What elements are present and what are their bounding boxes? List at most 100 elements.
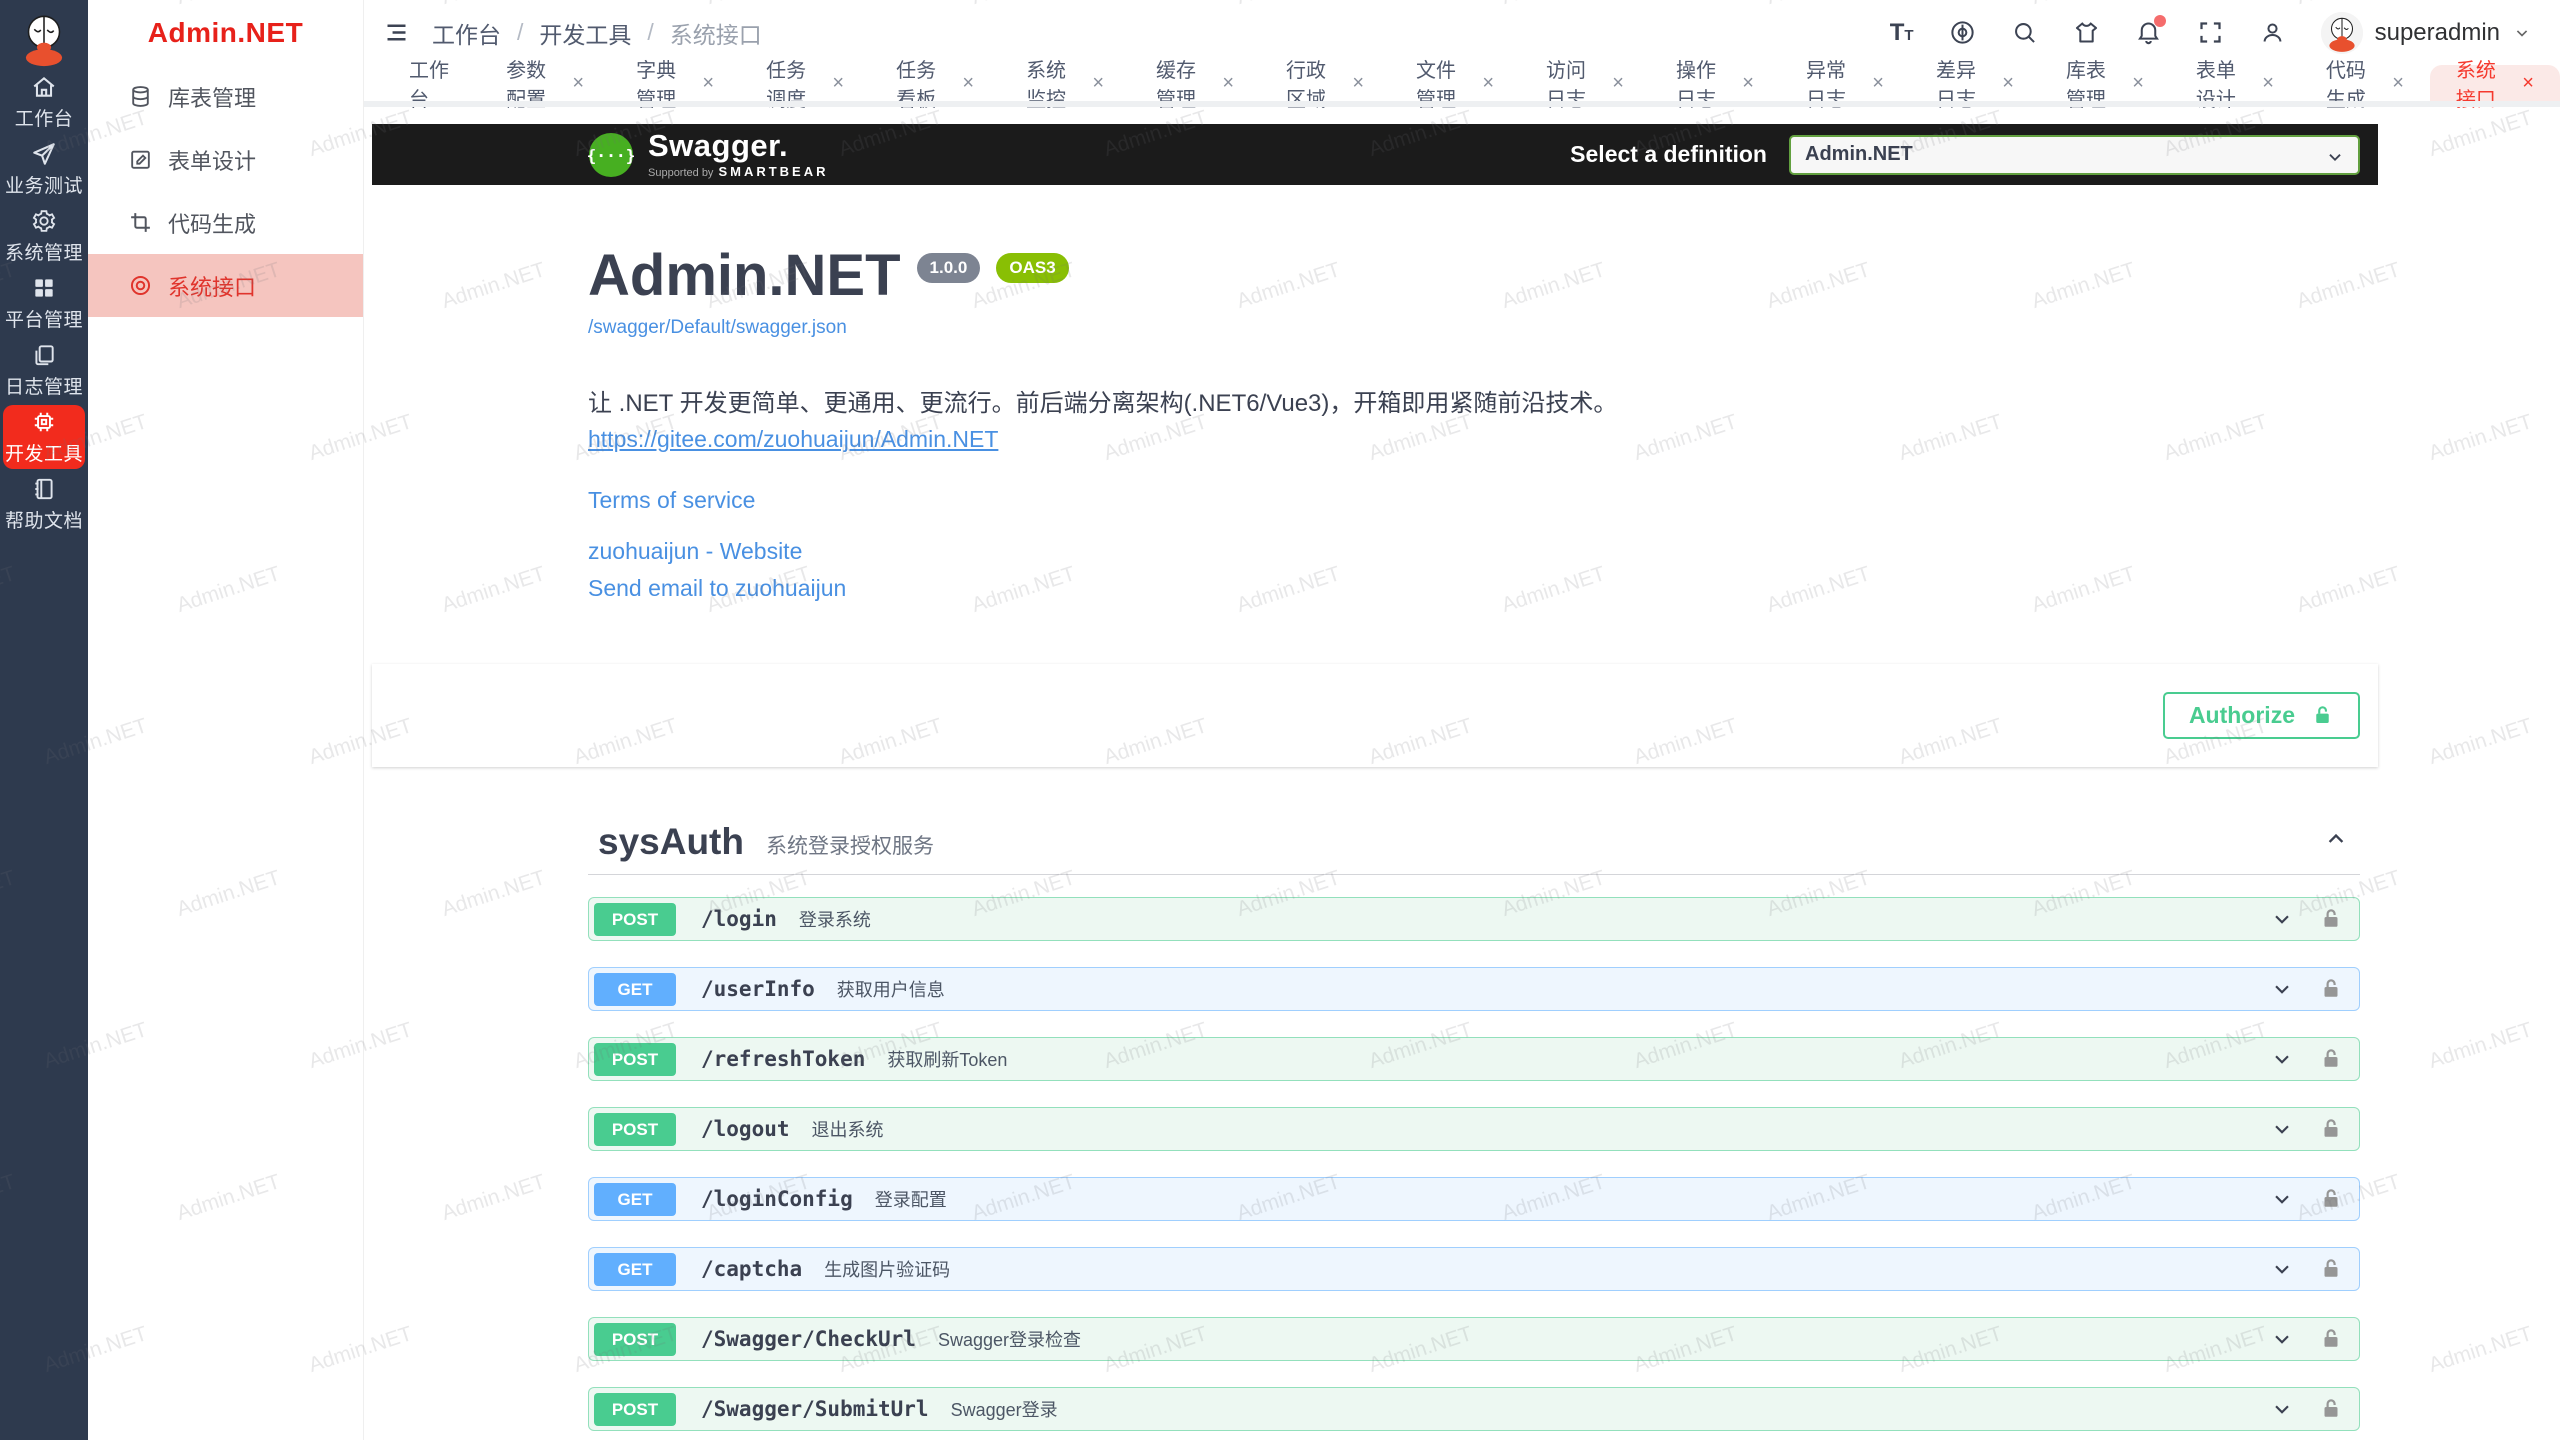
chevron-down-icon[interactable] bbox=[2269, 1256, 2295, 1282]
page-tabbar: 工作台参数配置×字典管理×任务调度×任务看板×系统监控×缓存管理×行政区域×文件… bbox=[363, 65, 2560, 101]
chevron-down-icon[interactable] bbox=[2269, 1186, 2295, 1212]
unlocked-padlock-icon[interactable] bbox=[2319, 1257, 2343, 1281]
chevron-up-icon[interactable] bbox=[2322, 825, 2350, 858]
api-operation-row[interactable]: POST /refreshToken 获取刷新Token bbox=[588, 1037, 2360, 1081]
send-icon bbox=[31, 141, 57, 167]
unlocked-padlock-icon[interactable] bbox=[2319, 1327, 2343, 1351]
api-section-description: 系统登录授权服务 bbox=[766, 830, 934, 860]
unlocked-padlock-icon[interactable] bbox=[2319, 1047, 2343, 1071]
api-path: /loginConfig bbox=[701, 1187, 853, 1211]
page-tab[interactable]: 异常日志× bbox=[1780, 65, 1910, 101]
api-operation-row[interactable]: POST /Swagger/SubmitUrl Swagger登录 bbox=[588, 1387, 2360, 1431]
api-section-header[interactable]: sysAuth 系统登录授权服务 bbox=[588, 823, 2360, 875]
spec-url-link[interactable]: /swagger/Default/swagger.json bbox=[588, 317, 2360, 339]
close-icon[interactable]: × bbox=[832, 73, 844, 93]
close-icon[interactable]: × bbox=[962, 73, 974, 93]
close-icon[interactable]: × bbox=[1222, 73, 1234, 93]
rail-item-workbench[interactable]: 工作台 bbox=[3, 70, 85, 134]
theme-shirt-icon[interactable] bbox=[2073, 19, 2100, 46]
close-icon[interactable]: × bbox=[2522, 73, 2534, 93]
http-method-badge: POST bbox=[594, 1113, 676, 1146]
close-icon[interactable]: × bbox=[2262, 73, 2274, 93]
fullscreen-icon[interactable] bbox=[2197, 19, 2224, 46]
api-operation-row[interactable]: POST /Swagger/CheckUrl Swagger登录检查 bbox=[588, 1317, 2360, 1361]
unlocked-padlock-icon[interactable] bbox=[2319, 1187, 2343, 1211]
page-tab[interactable]: 库表管理× bbox=[2040, 65, 2170, 101]
page-tab[interactable]: 表单设计× bbox=[2170, 65, 2300, 101]
page-tab[interactable]: 差异日志× bbox=[1910, 65, 2040, 101]
close-icon[interactable]: × bbox=[2002, 73, 2014, 93]
api-operation-row[interactable]: GET /userInfo 获取用户信息 bbox=[588, 967, 2360, 1011]
api-operation-row[interactable]: GET /loginConfig 登录配置 bbox=[588, 1177, 2360, 1221]
unlocked-padlock-icon[interactable] bbox=[2319, 907, 2343, 931]
chevron-down-icon[interactable] bbox=[2269, 1326, 2295, 1352]
page-tab[interactable]: 访问日志× bbox=[1520, 65, 1650, 101]
rail-item-log-mgmt[interactable]: 日志管理 bbox=[3, 338, 85, 402]
profile-icon[interactable] bbox=[2259, 19, 2286, 46]
page-tab[interactable]: 参数配置× bbox=[480, 65, 610, 101]
close-icon[interactable]: × bbox=[2392, 73, 2404, 93]
chevron-down-icon[interactable] bbox=[2269, 1046, 2295, 1072]
page-tab[interactable]: 文件管理× bbox=[1390, 65, 1520, 101]
breadcrumb-item[interactable]: 开发工具 bbox=[539, 16, 631, 50]
unlocked-padlock-icon[interactable] bbox=[2319, 1397, 2343, 1421]
sidebar-item-sys-api[interactable]: 系统接口 bbox=[88, 254, 363, 317]
font-size-icon[interactable]: TT bbox=[1890, 21, 1914, 45]
chevron-down-icon[interactable] bbox=[2269, 906, 2295, 932]
unlocked-padlock-icon[interactable] bbox=[2319, 977, 2343, 1001]
api-operation-row[interactable]: POST /login 登录系统 bbox=[588, 897, 2360, 941]
user-menu[interactable]: superadmin bbox=[2321, 12, 2532, 54]
close-icon[interactable]: × bbox=[1872, 73, 1884, 93]
app-logo-mascot[interactable] bbox=[13, 6, 75, 68]
sidebar-collapse-icon[interactable] bbox=[383, 19, 410, 46]
page-tab[interactable]: 系统监控× bbox=[1000, 65, 1130, 101]
rail-item-dev-tools[interactable]: 开发工具 bbox=[3, 405, 85, 469]
close-icon[interactable]: × bbox=[1352, 73, 1364, 93]
api-path: /logout bbox=[701, 1117, 790, 1141]
close-icon[interactable]: × bbox=[1482, 73, 1494, 93]
email-link[interactable]: Send email to zuohuaijun bbox=[588, 575, 2360, 602]
page-tab[interactable]: 代码生成× bbox=[2300, 65, 2430, 101]
page-tab[interactable]: 字典管理× bbox=[610, 65, 740, 101]
module-sidebar: Admin.NET 库表管理表单设计代码生成系统接口 bbox=[88, 0, 364, 1440]
language-icon[interactable] bbox=[1949, 19, 1976, 46]
page-tab[interactable]: 缓存管理× bbox=[1130, 65, 1260, 101]
api-operation-row[interactable]: GET /captcha 生成图片验证码 bbox=[588, 1247, 2360, 1291]
api-operation-row[interactable]: POST /logout 退出系统 bbox=[588, 1107, 2360, 1151]
definition-select[interactable]: Admin.NET bbox=[1789, 135, 2360, 175]
unlocked-padlock-icon[interactable] bbox=[2319, 1117, 2343, 1141]
close-icon[interactable]: × bbox=[1092, 73, 1104, 93]
page-tab[interactable]: 工作台 bbox=[383, 65, 480, 101]
page-tab[interactable]: 操作日志× bbox=[1650, 65, 1780, 101]
close-icon[interactable]: × bbox=[572, 73, 584, 93]
breadcrumb: 工作台 / 开发工具 / 系统接口 bbox=[432, 16, 762, 50]
close-icon[interactable]: × bbox=[1742, 73, 1754, 93]
tabs: 工作台参数配置×字典管理×任务调度×任务看板×系统监控×缓存管理×行政区域×文件… bbox=[383, 65, 2560, 101]
rail-item-help-docs[interactable]: 帮助文档 bbox=[3, 472, 85, 536]
close-icon[interactable]: × bbox=[1612, 73, 1624, 93]
search-icon[interactable] bbox=[2011, 19, 2038, 46]
website-link[interactable]: zuohuaijun - Website bbox=[588, 538, 2360, 565]
api-description: 让 .NET 开发更简单、更通用、更流行。前后端分离架构(.NET6/Vue3)… bbox=[588, 383, 2360, 418]
rail-item-biz-test[interactable]: 业务测试 bbox=[3, 137, 85, 201]
sidebar-item-db-table-mgmt[interactable]: 库表管理 bbox=[88, 65, 363, 128]
page-tab[interactable]: 行政区域× bbox=[1260, 65, 1390, 101]
sidebar-item-code-gen[interactable]: 代码生成 bbox=[88, 191, 363, 254]
terms-of-service-link[interactable]: Terms of service bbox=[588, 487, 2360, 514]
close-icon[interactable]: × bbox=[2132, 73, 2144, 93]
chevron-down-icon[interactable] bbox=[2269, 976, 2295, 1002]
chevron-down-icon[interactable] bbox=[2269, 1396, 2295, 1422]
page-tab[interactable]: 任务调度× bbox=[740, 65, 870, 101]
breadcrumb-item[interactable]: 工作台 bbox=[432, 16, 501, 50]
rail-item-system-mgmt[interactable]: 系统管理 bbox=[3, 204, 85, 268]
repo-link[interactable]: https://gitee.com/zuohuaijun/Admin.NET bbox=[588, 426, 998, 453]
page-tab[interactable]: 任务看板× bbox=[870, 65, 1000, 101]
sidebar-item-form-design[interactable]: 表单设计 bbox=[88, 128, 363, 191]
authorize-button[interactable]: Authorize bbox=[2163, 692, 2360, 739]
api-summary: 退出系统 bbox=[812, 1116, 884, 1142]
rail-item-platform-mgmt[interactable]: 平台管理 bbox=[3, 271, 85, 335]
chevron-down-icon[interactable] bbox=[2269, 1116, 2295, 1142]
close-icon[interactable]: × bbox=[702, 73, 714, 93]
page-tab[interactable]: 系统接口× bbox=[2430, 65, 2560, 101]
notifications-bell-icon[interactable] bbox=[2135, 19, 2162, 46]
